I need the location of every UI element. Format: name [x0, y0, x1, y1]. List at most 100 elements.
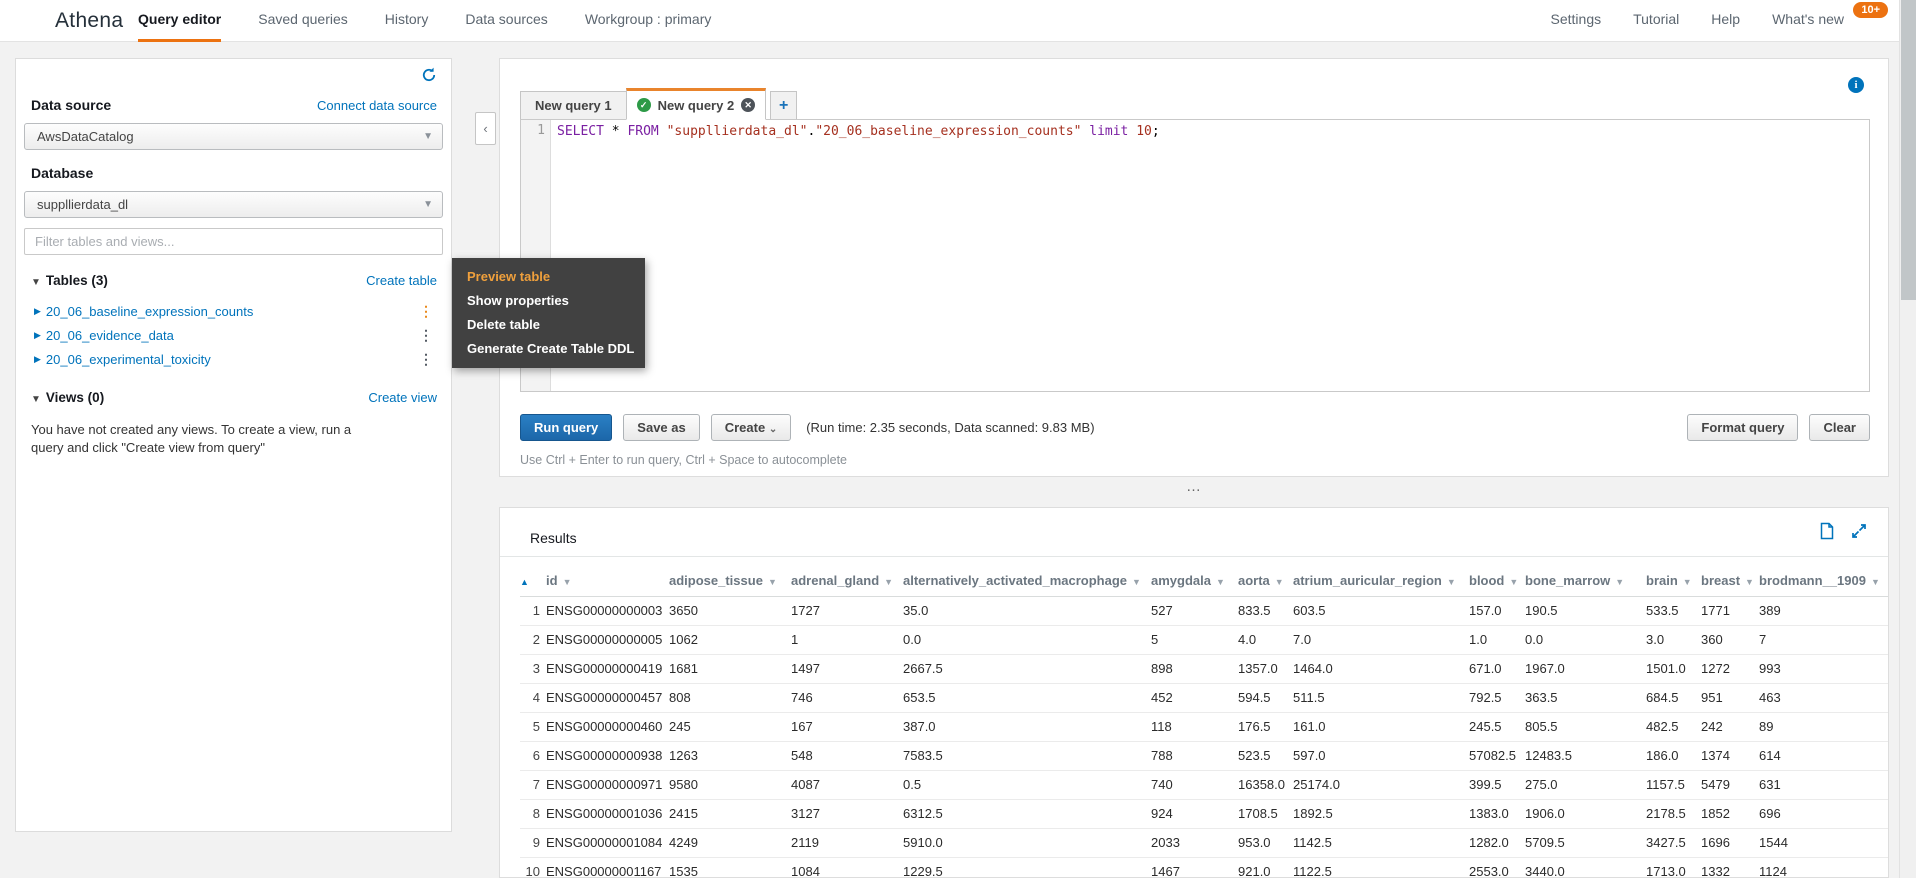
sort-ascending-icon: ▲	[520, 577, 529, 588]
create-table-link[interactable]: Create table	[366, 273, 437, 288]
table-row: 3 ENSG00000000419 1681 1497 2667.5 898 1357.0 1…	[520, 654, 1888, 684]
data-cell: 5	[1151, 625, 1238, 655]
data-cell: 1357.0	[1238, 654, 1293, 684]
data-cell: 1	[791, 625, 903, 655]
table-options-kebab-icon[interactable]: ⋮	[415, 351, 437, 368]
nav-settings[interactable]: Settings	[1551, 0, 1602, 42]
tab-new-query-2[interactable]: ✓ New query 2 ✕	[625, 88, 767, 120]
sql-code-editor[interactable]: 1 SELECT * FROM "suppllierdata_dl"."20_0…	[520, 119, 1870, 392]
data-cell: 9580	[669, 770, 791, 800]
menu-item-preview-table[interactable]: Preview table	[452, 265, 645, 289]
refresh-icon[interactable]	[421, 67, 437, 88]
table-item-evidence-data[interactable]: ▶ 20_06_evidence_data ⋮	[34, 323, 437, 347]
column-header-adipose_tissue[interactable]: adipose_tissue ▼	[669, 566, 791, 597]
sort-column-header[interactable]: ▲	[520, 566, 546, 597]
save-as-button[interactable]: Save as	[623, 414, 700, 441]
data-cell: 7.0	[1293, 625, 1469, 655]
column-header-blood[interactable]: blood ▼	[1469, 566, 1525, 597]
whats-new-badge: 10+	[1853, 2, 1888, 18]
connect-data-source-link[interactable]: Connect data source	[317, 98, 437, 113]
column-header-brain[interactable]: brain ▼	[1646, 566, 1701, 597]
run-query-button[interactable]: Run query	[520, 414, 613, 441]
data-cell: ENSG00000000005	[546, 625, 669, 655]
column-header-bone_marrow[interactable]: bone_marrow ▼	[1525, 566, 1646, 597]
data-cell: 740	[1151, 770, 1238, 800]
collapse-sidebar-button[interactable]: ‹	[475, 112, 496, 145]
nav-tutorial[interactable]: Tutorial	[1633, 0, 1679, 42]
data-cell: 2119	[791, 828, 903, 858]
close-tab-icon[interactable]: ✕	[741, 98, 756, 112]
athena-logo[interactable]: Athena	[55, 0, 123, 42]
data-cell: 1727	[791, 596, 903, 626]
column-header-id[interactable]: id ▼	[546, 566, 669, 597]
data-cell: 2667.5	[903, 654, 1151, 684]
panel-splitter-handle[interactable]: …	[499, 479, 1889, 497]
create-view-link[interactable]: Create view	[368, 390, 437, 405]
table-item-experimental-toxicity[interactable]: ▶ 20_06_experimental_toxicity ⋮	[34, 347, 437, 371]
filter-tables-input[interactable]	[24, 228, 443, 255]
column-header-amygdala[interactable]: amygdala ▼	[1151, 566, 1238, 597]
data-cell: 57082.5	[1469, 741, 1525, 771]
column-header-label: adrenal_gland	[791, 573, 880, 589]
menu-item-generate-ddl[interactable]: Generate Create Table DDL	[452, 337, 645, 361]
data-source-select[interactable]: AwsDataCatalog ▼	[24, 123, 443, 150]
nav-data-sources[interactable]: Data sources	[465, 0, 547, 42]
menu-item-show-properties[interactable]: Show properties	[452, 289, 645, 313]
page-scrollbar-track[interactable]	[1899, 0, 1916, 878]
column-header-aorta[interactable]: aorta ▼	[1238, 566, 1293, 597]
column-header-brodmann__1909[interactable]: brodmann__1909 ▼	[1759, 566, 1888, 597]
nav-history[interactable]: History	[385, 0, 429, 42]
data-cell: 4087	[791, 770, 903, 800]
data-cell: 399.5	[1469, 770, 1525, 800]
views-section-header[interactable]: ▼ Views (0)	[31, 390, 104, 405]
column-header-alternatively_activated_macrophage[interactable]: alternatively_activated_macrophage ▼	[903, 566, 1151, 597]
row-number-cell: 3	[520, 654, 546, 684]
data-cell: 5479	[1701, 770, 1759, 800]
chevron-down-icon: ▼	[423, 199, 433, 210]
results-panel: Results ▲ id ▼ adipose_tissue ▼ adrenal_gland…	[499, 507, 1889, 878]
clear-button[interactable]: Clear	[1809, 414, 1870, 441]
nav-workgroup[interactable]: Workgroup : primary	[585, 0, 712, 42]
data-cell: 1263	[669, 741, 791, 771]
data-cell: 245.5	[1469, 712, 1525, 742]
data-cell: 1332	[1701, 857, 1759, 877]
data-cell: 363.5	[1525, 683, 1646, 713]
menu-item-delete-table[interactable]: Delete table	[452, 313, 645, 337]
sql-token: ;	[1151, 124, 1160, 139]
data-cell: 1383.0	[1469, 799, 1525, 829]
nav-saved-queries[interactable]: Saved queries	[258, 0, 348, 42]
keyboard-hint: Use Ctrl + Enter to run query, Ctrl + Sp…	[520, 453, 848, 467]
nav-whats-new[interactable]: What's new	[1772, 0, 1844, 42]
table-options-kebab-icon[interactable]: ⋮	[415, 327, 437, 344]
data-cell: 1157.5	[1646, 770, 1701, 800]
data-cell: 3440.0	[1525, 857, 1646, 877]
sql-token: limit	[1089, 124, 1129, 139]
data-cell: 3.0	[1646, 625, 1701, 655]
data-cell: 993	[1759, 654, 1888, 684]
data-cell: 167	[791, 712, 903, 742]
tables-section-header[interactable]: ▼ Tables (3)	[31, 273, 108, 288]
info-icon[interactable]: i	[1848, 77, 1864, 93]
column-header-atrium_auricular_region[interactable]: atrium_auricular_region ▼	[1293, 566, 1469, 597]
new-tab-button[interactable]: +	[770, 91, 798, 120]
page-scrollbar-thumb[interactable]	[1901, 0, 1916, 300]
column-header-label: amygdala	[1151, 573, 1211, 589]
row-number-cell: 2	[520, 625, 546, 655]
data-cell: 1282.0	[1469, 828, 1525, 858]
results-body: 1 ENSG00000000003 3650 1727 35.0 527 833.5 603.…	[520, 596, 1888, 877]
data-cell: 1906.0	[1525, 799, 1646, 829]
column-header-adrenal_gland[interactable]: adrenal_gland ▼	[791, 566, 903, 597]
table-options-kebab-icon[interactable]: ⋮	[415, 303, 437, 320]
data-cell: 2553.0	[1469, 857, 1525, 877]
database-select[interactable]: suppllierdata_dl ▼	[24, 191, 443, 218]
format-query-button[interactable]: Format query	[1687, 414, 1799, 441]
column-header-breast[interactable]: breast ▼	[1701, 566, 1759, 597]
export-results-icon[interactable]	[1818, 522, 1836, 545]
nav-help[interactable]: Help	[1711, 0, 1740, 42]
create-dropdown-button[interactable]: Create ⌄	[710, 414, 792, 441]
nav-query-editor[interactable]: Query editor	[138, 0, 222, 42]
tab-new-query-1[interactable]: New query 1	[520, 91, 627, 120]
expand-results-icon[interactable]	[1850, 522, 1868, 545]
table-item-baseline-expression-counts[interactable]: ▶ 20_06_baseline_expression_counts ⋮	[34, 299, 437, 323]
query-tabs: New query 1 ✓ New query 2 ✕ +	[520, 88, 798, 120]
